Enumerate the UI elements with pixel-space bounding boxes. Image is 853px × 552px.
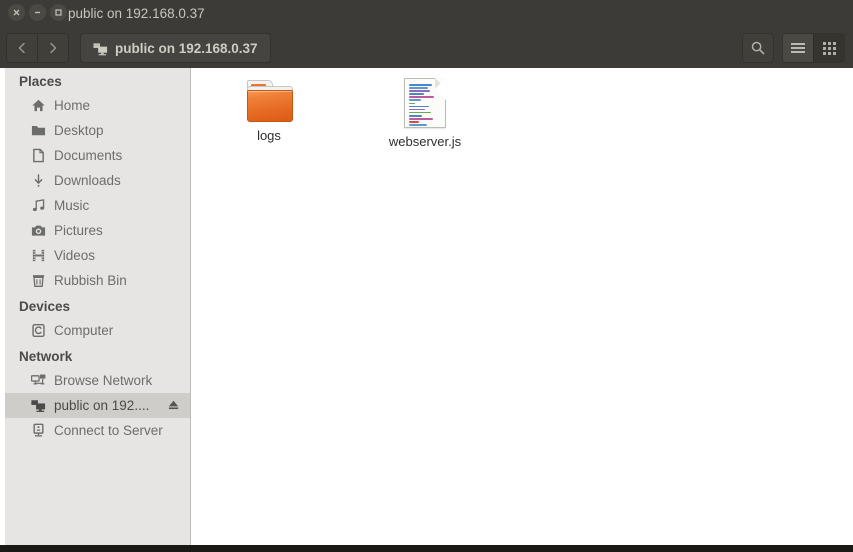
sidebar-item-computer[interactable]: Computer [5,318,190,343]
camera-icon [30,223,46,239]
sidebar-item-home[interactable]: Home [5,93,190,118]
film-strip-icon [30,248,46,264]
forward-button[interactable] [37,34,68,62]
window-controls [8,4,67,21]
connect-server-icon [30,423,46,439]
home-icon [30,98,46,114]
sidebar-section-network: Network [19,349,73,364]
hamburger-menu-icon [791,41,805,55]
sidebar-item-label: Videos [54,248,96,263]
view-mode-toggle [782,33,845,63]
sidebar-item-browse-network[interactable]: Browse Network [5,368,190,393]
code-lines [409,84,441,126]
sidebar-item-label: Documents [54,148,123,163]
breadcrumb-path-button[interactable]: public on 192.168.0.37 [80,33,271,63]
maximize-button[interactable] [50,4,67,21]
sidebar-item-label: Connect to Server [54,423,163,438]
computer-disk-icon [30,323,46,339]
network-server-icon [93,42,108,55]
sidebar-item-public-on-192[interactable]: public on 192.... [5,393,190,418]
sidebar-item-label: Music [54,198,90,213]
folder-icon [245,78,293,122]
file-item-logs[interactable]: logs [227,74,311,149]
sidebar-item-music[interactable]: Music [5,193,190,218]
close-icon [13,9,20,16]
sidebar-item-label: Downloads [54,173,121,188]
sidebar-item-pictures[interactable]: Pictures [5,218,190,243]
icon-grid: logs webserver.js [191,68,853,149]
chevron-left-icon [18,42,25,54]
sidebar-item-documents[interactable]: Documents [5,143,190,168]
browse-network-icon [30,373,46,389]
search-icon [751,41,765,55]
toolbar: public on 192.168.0.37 [0,27,853,69]
sidebar: Places Home Desktop Documents Downloads … [5,68,191,545]
folder-icon [30,123,46,139]
window-body: Places Home Desktop Documents Downloads … [0,68,853,545]
minimize-button[interactable] [29,4,46,21]
back-button[interactable] [7,34,37,62]
file-label: logs [257,128,281,143]
sidebar-section-places: Places [19,74,62,89]
sidebar-item-label: Computer [54,323,114,338]
minimize-icon [35,11,40,14]
sidebar-item-label: Rubbish Bin [54,273,127,288]
sidebar-section-devices: Devices [19,299,71,314]
search-button[interactable] [742,33,774,63]
window-title: public on 192.168.0.37 [68,6,205,21]
music-note-icon [30,198,46,214]
sidebar-item-desktop[interactable]: Desktop [5,118,190,143]
sidebar-item-label: Pictures [54,223,103,238]
trash-bin-icon [30,273,46,289]
title-bar: public on 192.168.0.37 [0,0,853,28]
close-button[interactable] [8,4,25,21]
maximize-icon [55,9,62,16]
list-view-button[interactable] [783,34,813,62]
javascript-file-icon [404,78,446,128]
grid-view-button[interactable] [813,34,844,62]
sidebar-item-rubbish-bin[interactable]: Rubbish Bin [5,268,190,293]
sidebar-item-label: Home [54,98,91,113]
sidebar-item-label: Browse Network [54,373,153,388]
window-bottom-border [0,545,853,552]
navigation-buttons [6,33,69,63]
breadcrumb-label: public on 192.168.0.37 [115,40,258,56]
sidebar-item-label: Desktop [54,123,104,138]
file-manager-window: public on 192.168.0.37 public on 192.168… [0,0,853,552]
document-icon [30,148,46,164]
download-icon [30,173,46,189]
eject-icon[interactable] [167,398,180,414]
toolbar-right-group [742,33,845,63]
file-item-webserver-js[interactable]: webserver.js [383,74,467,149]
network-server-icon [30,398,46,414]
sidebar-item-connect-to-server[interactable]: Connect to Server [5,418,190,443]
sidebar-item-label: public on 192.... [54,398,150,413]
sidebar-item-videos[interactable]: Videos [5,243,190,268]
sidebar-item-downloads[interactable]: Downloads [5,168,190,193]
file-list-area[interactable]: logs webserver.js [191,68,853,545]
file-label: webserver.js [388,134,462,149]
grid-view-icon [822,41,836,55]
chevron-right-icon [50,42,57,54]
